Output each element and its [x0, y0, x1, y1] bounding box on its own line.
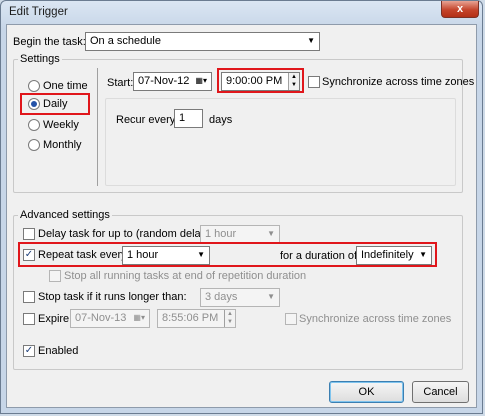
duration-value: Indefinitely	[361, 249, 414, 261]
enabled-checkbox[interactable]: ✓	[23, 345, 35, 357]
expire-date-value: 07-Nov-13	[75, 312, 127, 324]
recurrence-panel	[105, 98, 456, 186]
expire-sync-label: Synchronize across time zones	[299, 313, 452, 325]
repeat-task-checkbox[interactable]: ✓	[23, 249, 35, 261]
stop-running-checkbox[interactable]	[49, 270, 61, 282]
monthly-label: Monthly	[43, 139, 82, 151]
settings-group-title: Settings	[18, 53, 62, 65]
daily-radio[interactable]	[28, 98, 40, 110]
window-title: Edit Trigger	[9, 6, 68, 18]
repeat-interval-value: 1 hour	[127, 249, 159, 261]
begin-task-value: On a schedule	[90, 35, 161, 47]
repeat-task-label: Repeat task every:	[38, 249, 130, 261]
stop-longer-label: Stop task if it runs longer than:	[38, 291, 187, 303]
start-date-picker[interactable]: 07-Nov-12 ▦▾	[133, 72, 212, 91]
chevron-down-icon: ▼	[197, 250, 205, 259]
spin-up-icon: ▲	[227, 311, 233, 317]
spin-up-icon: ▲	[291, 74, 297, 80]
chevron-down-icon: ▼	[267, 229, 275, 238]
one-time-label: One time	[43, 80, 88, 92]
close-button[interactable]: x	[441, 1, 479, 18]
begin-task-dropdown[interactable]: On a schedule ▼	[85, 32, 320, 51]
delay-task-label: Delay task for up to (random delay):	[38, 228, 213, 240]
expire-sync-checkbox[interactable]	[285, 313, 297, 325]
recur-days-value: 1	[179, 112, 186, 124]
weekly-radio[interactable]	[28, 119, 40, 131]
expire-checkbox[interactable]	[23, 313, 35, 325]
repeat-interval-dropdown[interactable]: 1 hour ▼	[122, 246, 210, 265]
ok-button[interactable]: OK	[329, 381, 404, 403]
expire-time-value: 8:55:06 PM	[162, 312, 219, 324]
weekly-label: Weekly	[43, 119, 79, 131]
sync-time-zones-checkbox[interactable]	[308, 76, 320, 88]
chevron-down-icon: ▼	[267, 292, 275, 301]
calendar-dropdown-icon: ▦▾	[195, 76, 207, 85]
delay-task-checkbox[interactable]	[23, 228, 35, 240]
cancel-button[interactable]: Cancel	[412, 381, 469, 403]
recur-unit-label: days	[209, 114, 233, 126]
settings-divider	[97, 68, 98, 186]
sync-time-zones-label: Synchronize across time zones	[322, 76, 475, 88]
calendar-dropdown-icon: ▦▾	[133, 313, 145, 322]
duration-dropdown[interactable]: Indefinitely ▼	[356, 246, 432, 265]
advanced-settings-title: Advanced settings	[18, 209, 112, 221]
title-bar[interactable]: Edit Trigger	[1, 1, 484, 25]
enabled-label: Enabled	[38, 345, 79, 357]
delay-task-value: 1 hour	[205, 228, 237, 240]
start-label: Start:	[107, 77, 134, 89]
monthly-radio[interactable]	[28, 139, 40, 151]
spin-down-icon: ▼	[227, 319, 233, 325]
expire-label: Expire:	[38, 313, 73, 325]
start-date-value: 07-Nov-12	[138, 75, 190, 87]
expire-date-picker[interactable]: 07-Nov-13 ▦▾	[70, 309, 150, 328]
one-time-radio[interactable]	[28, 80, 40, 92]
recur-every-label: Recur every:	[116, 114, 179, 126]
duration-label: for a duration of:	[280, 250, 361, 262]
chevron-down-icon: ▼	[307, 36, 315, 45]
begin-task-label: Begin the task:	[13, 36, 86, 48]
start-time-spinner[interactable]: 9:00:00 PM ▲ ▼	[221, 72, 300, 91]
stop-longer-dropdown[interactable]: 3 days ▼	[200, 288, 280, 307]
recur-days-input[interactable]: 1	[174, 109, 203, 128]
daily-label: Daily	[43, 98, 68, 110]
stop-longer-value: 3 days	[205, 291, 238, 303]
start-time-spin-buttons[interactable]: ▲ ▼	[288, 73, 299, 90]
spin-down-icon: ▼	[291, 82, 297, 88]
stop-running-label: Stop all running tasks at end of repetit…	[64, 270, 307, 282]
expire-time-spinner[interactable]: 8:55:06 PM ▲ ▼	[157, 309, 236, 328]
chevron-down-icon: ▼	[419, 250, 427, 259]
radio-selected-dot	[31, 101, 37, 107]
start-time-value: 9:00:00 PM	[226, 75, 283, 87]
stop-longer-checkbox[interactable]	[23, 291, 35, 303]
expire-time-spin-buttons[interactable]: ▲ ▼	[224, 310, 235, 327]
